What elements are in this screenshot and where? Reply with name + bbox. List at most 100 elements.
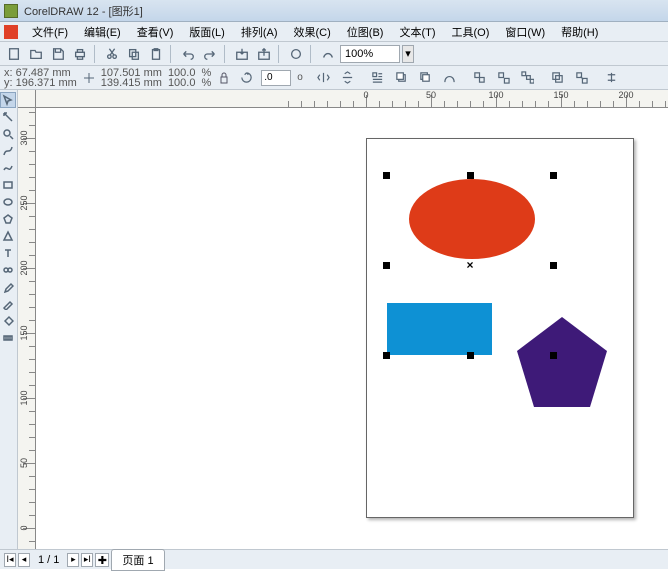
convert-curves-button[interactable] (441, 69, 459, 87)
menu-bitmaps[interactable]: 位图(B) (339, 22, 392, 42)
scale-y: 100.0 (168, 78, 196, 88)
next-page-button[interactable]: ▸ (67, 553, 79, 567)
window-title: CorelDRAW 12 - [图形1] (24, 3, 143, 19)
new-button[interactable] (4, 44, 24, 64)
fill-tool[interactable] (0, 313, 16, 329)
separator (310, 45, 314, 63)
menu-arrange[interactable]: 排列(A) (233, 22, 286, 42)
copy-button[interactable] (124, 44, 144, 64)
eyedropper-tool[interactable] (0, 279, 16, 295)
ellipse-tool[interactable] (0, 194, 16, 210)
titlebar: CorelDRAW 12 - [图形1] (0, 0, 668, 22)
last-page-button[interactable]: ▸I (81, 553, 93, 567)
print-button[interactable] (70, 44, 90, 64)
zoom-input[interactable] (340, 45, 400, 63)
group-button[interactable] (471, 69, 489, 87)
mirror-v-button[interactable] (339, 69, 357, 87)
selection-handle-ne[interactable] (550, 172, 557, 179)
align-button[interactable] (603, 69, 621, 87)
separator (94, 45, 98, 63)
property-bar: x: 67.487 mm y: 196.371 mm 107.501 mm 13… (0, 66, 668, 90)
scale-group: 100.0 100.0 (168, 68, 196, 88)
menu-help[interactable]: 帮助(H) (553, 22, 606, 42)
w-value: 107.501 mm (101, 68, 162, 78)
rectangle-tool[interactable] (0, 177, 16, 193)
ruler-horizontal[interactable]: 050100150200 (36, 90, 668, 108)
size-icon (83, 72, 95, 84)
interactive-blend-tool[interactable] (0, 262, 16, 278)
position-readout: x: 67.487 mm y: 196.371 mm (4, 68, 77, 88)
app-launcher-button[interactable] (286, 44, 306, 64)
page (366, 138, 634, 518)
selection-handle-e[interactable] (550, 262, 557, 269)
menu-view[interactable]: 查看(V) (129, 22, 182, 42)
import-button[interactable] (232, 44, 252, 64)
shape-tool[interactable] (0, 109, 16, 125)
open-button[interactable] (26, 44, 46, 64)
ungroup-button[interactable] (495, 69, 513, 87)
selection-handle-se[interactable] (550, 352, 557, 359)
break-apart-button[interactable] (573, 69, 591, 87)
menu-window[interactable]: 窗口(W) (497, 22, 553, 42)
pick-tool[interactable] (0, 92, 16, 108)
freehand-tool[interactable] (0, 143, 16, 159)
selection-center[interactable]: × (466, 258, 473, 272)
separator (224, 45, 228, 63)
export-button[interactable] (254, 44, 274, 64)
workspace: 050100150200 300250200150100500 × (0, 90, 668, 549)
pentagon-shape[interactable] (517, 317, 607, 407)
to-back-button[interactable] (417, 69, 435, 87)
ruler-origin[interactable] (18, 90, 36, 108)
canvas-area[interactable]: 050100150200 300250200150100500 × (18, 90, 668, 549)
redo-button[interactable] (200, 44, 220, 64)
menu-tools[interactable]: 工具(O) (444, 22, 498, 42)
zoom-dropdown-button[interactable]: ▾ (402, 45, 414, 63)
wrap-button[interactable] (369, 69, 387, 87)
page-tab[interactable]: 页面 1 (111, 549, 164, 571)
rotate-icon (237, 69, 255, 87)
menubar: 文件(F) 编辑(E) 查看(V) 版面(L) 排列(A) 效果(C) 位图(B… (0, 22, 668, 42)
selection-handle-sw[interactable] (383, 352, 390, 359)
y-value: 196.371 mm (16, 77, 77, 89)
interactive-fill-tool[interactable] (0, 330, 16, 346)
smart-draw-tool[interactable] (0, 160, 16, 176)
standard-toolbar: ▾ (0, 42, 668, 66)
menu-layout[interactable]: 版面(L) (181, 22, 232, 42)
page-counter: 1 / 1 (32, 554, 65, 566)
to-front-button[interactable] (393, 69, 411, 87)
lock-ratio-icon[interactable] (217, 71, 231, 85)
outline-tool[interactable] (0, 296, 16, 312)
menu-edit[interactable]: 编辑(E) (76, 22, 129, 42)
first-page-button[interactable]: I◂ (4, 553, 16, 567)
zoom-tool[interactable] (0, 126, 16, 142)
corel-logo-icon (4, 25, 18, 39)
selection-handle-s[interactable] (467, 352, 474, 359)
basic-shapes-tool[interactable] (0, 228, 16, 244)
ungroup-all-button[interactable] (519, 69, 537, 87)
add-page-button[interactable]: ✚ (95, 553, 109, 567)
selection-handle-w[interactable] (383, 262, 390, 269)
selection-handle-n[interactable] (467, 172, 474, 179)
prev-page-button[interactable]: ◂ (18, 553, 30, 567)
angle-input[interactable] (261, 70, 291, 86)
selection-handle-nw[interactable] (383, 172, 390, 179)
ellipse-shape[interactable] (409, 179, 535, 259)
polygon-tool[interactable] (0, 211, 16, 227)
ruler-vertical[interactable]: 300250200150100500 (18, 108, 36, 549)
undo-button[interactable] (178, 44, 198, 64)
statusbar: I◂ ◂ 1 / 1 ▸ ▸I ✚ 页面 1 (0, 549, 668, 569)
text-tool[interactable] (0, 245, 16, 261)
canvas[interactable]: × (36, 108, 668, 549)
separator (170, 45, 174, 63)
cut-button[interactable] (102, 44, 122, 64)
paste-button[interactable] (146, 44, 166, 64)
menu-effects[interactable]: 效果(C) (286, 22, 339, 42)
rectangle-shape[interactable] (387, 303, 492, 355)
combine-button[interactable] (549, 69, 567, 87)
app-icon (4, 4, 18, 18)
save-button[interactable] (48, 44, 68, 64)
menu-file[interactable]: 文件(F) (24, 22, 76, 42)
menu-text[interactable]: 文本(T) (391, 22, 443, 42)
mirror-h-button[interactable] (315, 69, 333, 87)
corel-online-button[interactable] (318, 44, 338, 64)
